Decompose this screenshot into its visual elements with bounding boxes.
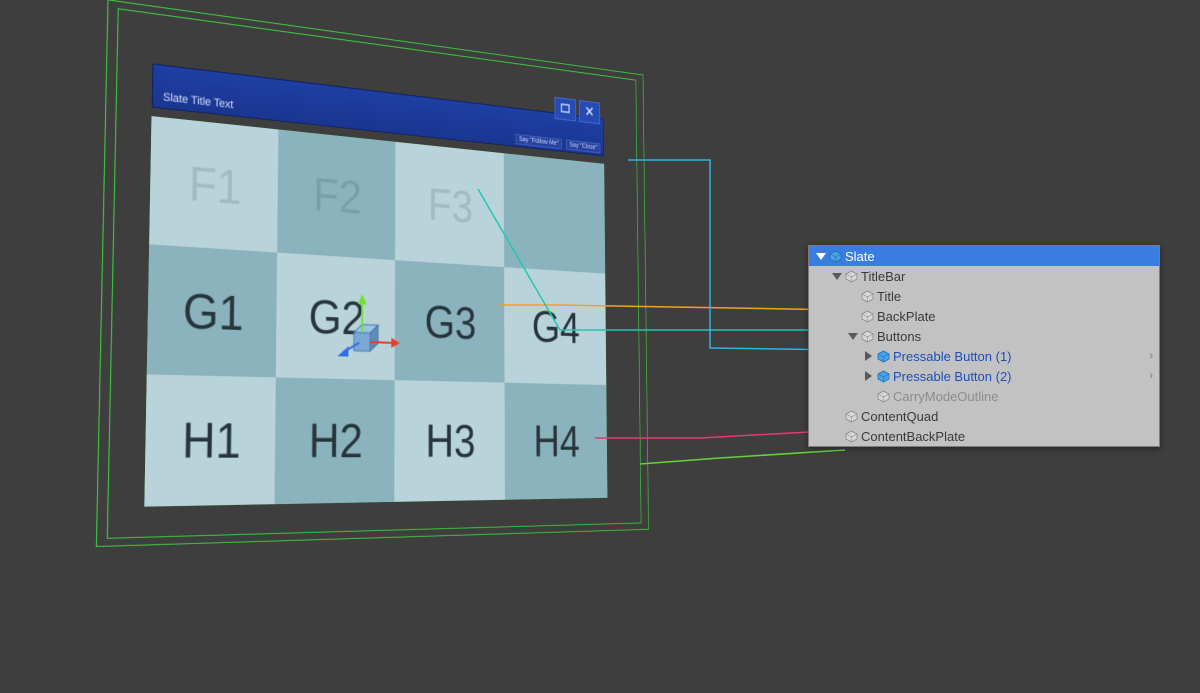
gameobject-icon (845, 270, 858, 283)
hierarchy-item-contentquad[interactable]: ContentQuad (809, 406, 1159, 426)
gameobject-icon (861, 330, 874, 343)
hierarchy-item-slate[interactable]: Slate (809, 246, 1159, 266)
hierarchy-item-contentbackplate[interactable]: ContentBackPlate (809, 426, 1159, 446)
hierarchy-item-label: Pressable Button (1) (893, 349, 1146, 364)
gameobject-icon (845, 430, 858, 443)
expand-toggle-icon[interactable] (865, 371, 872, 381)
gameobject-icon (877, 390, 890, 403)
hierarchy-item-label: ContentBackPlate (861, 429, 1153, 444)
close-button[interactable] (579, 100, 600, 124)
hierarchy-item-pressable-button-2-[interactable]: Pressable Button (2)› (809, 366, 1159, 386)
close-icon (585, 105, 594, 120)
hierarchy-item-carrymodeoutline[interactable]: CarryModeOutline (809, 386, 1159, 406)
grid-cell: H3 (394, 380, 505, 502)
hierarchy-item-label: CarryModeOutline (893, 389, 1153, 404)
expand-toggle-icon[interactable] (848, 333, 858, 340)
hierarchy-panel[interactable]: Slate TitleBar Title BackPlate Buttons P… (808, 245, 1160, 447)
hierarchy-item-pressable-button-1-[interactable]: Pressable Button (1)› (809, 346, 1159, 366)
chevron-right-icon: › (1149, 370, 1153, 382)
gameobject-icon (861, 290, 874, 303)
gameobject-icon (829, 250, 842, 263)
hierarchy-item-label: Pressable Button (2) (893, 369, 1146, 384)
hierarchy-item-titlebar[interactable]: TitleBar (809, 266, 1159, 286)
grid-cell: G1 (147, 244, 277, 377)
grid-cell: G2 (276, 253, 395, 381)
grid-cell: F3 (395, 142, 504, 267)
chevron-right-icon: › (1149, 350, 1153, 362)
expand-toggle-icon[interactable] (816, 253, 826, 260)
gameobject-icon (861, 310, 874, 323)
editor-viewport[interactable]: Slate Title Text Say "Follow Me" Say "Cl… (135, 60, 655, 580)
hierarchy-item-backplate[interactable]: BackPlate (809, 306, 1159, 326)
expand-toggle-icon[interactable] (865, 351, 872, 361)
grid-cell: H2 (274, 377, 394, 504)
hierarchy-item-label: Buttons (877, 329, 1153, 344)
hierarchy-item-label: Title (877, 289, 1153, 304)
hierarchy-item-buttons[interactable]: Buttons (809, 326, 1159, 346)
gameobject-icon (877, 370, 890, 383)
follow-me-button[interactable] (554, 97, 576, 122)
hierarchy-item-label: Slate (845, 249, 1153, 264)
expand-toggle-icon[interactable] (832, 273, 842, 280)
gameobject-icon (845, 410, 858, 423)
hierarchy-item-label: TitleBar (861, 269, 1153, 284)
hierarchy-item-title[interactable]: Title (809, 286, 1159, 306)
window-icon (561, 102, 570, 116)
hierarchy-item-label: BackPlate (877, 309, 1153, 324)
gameobject-icon (877, 350, 890, 363)
hierarchy-item-label: ContentQuad (861, 409, 1153, 424)
